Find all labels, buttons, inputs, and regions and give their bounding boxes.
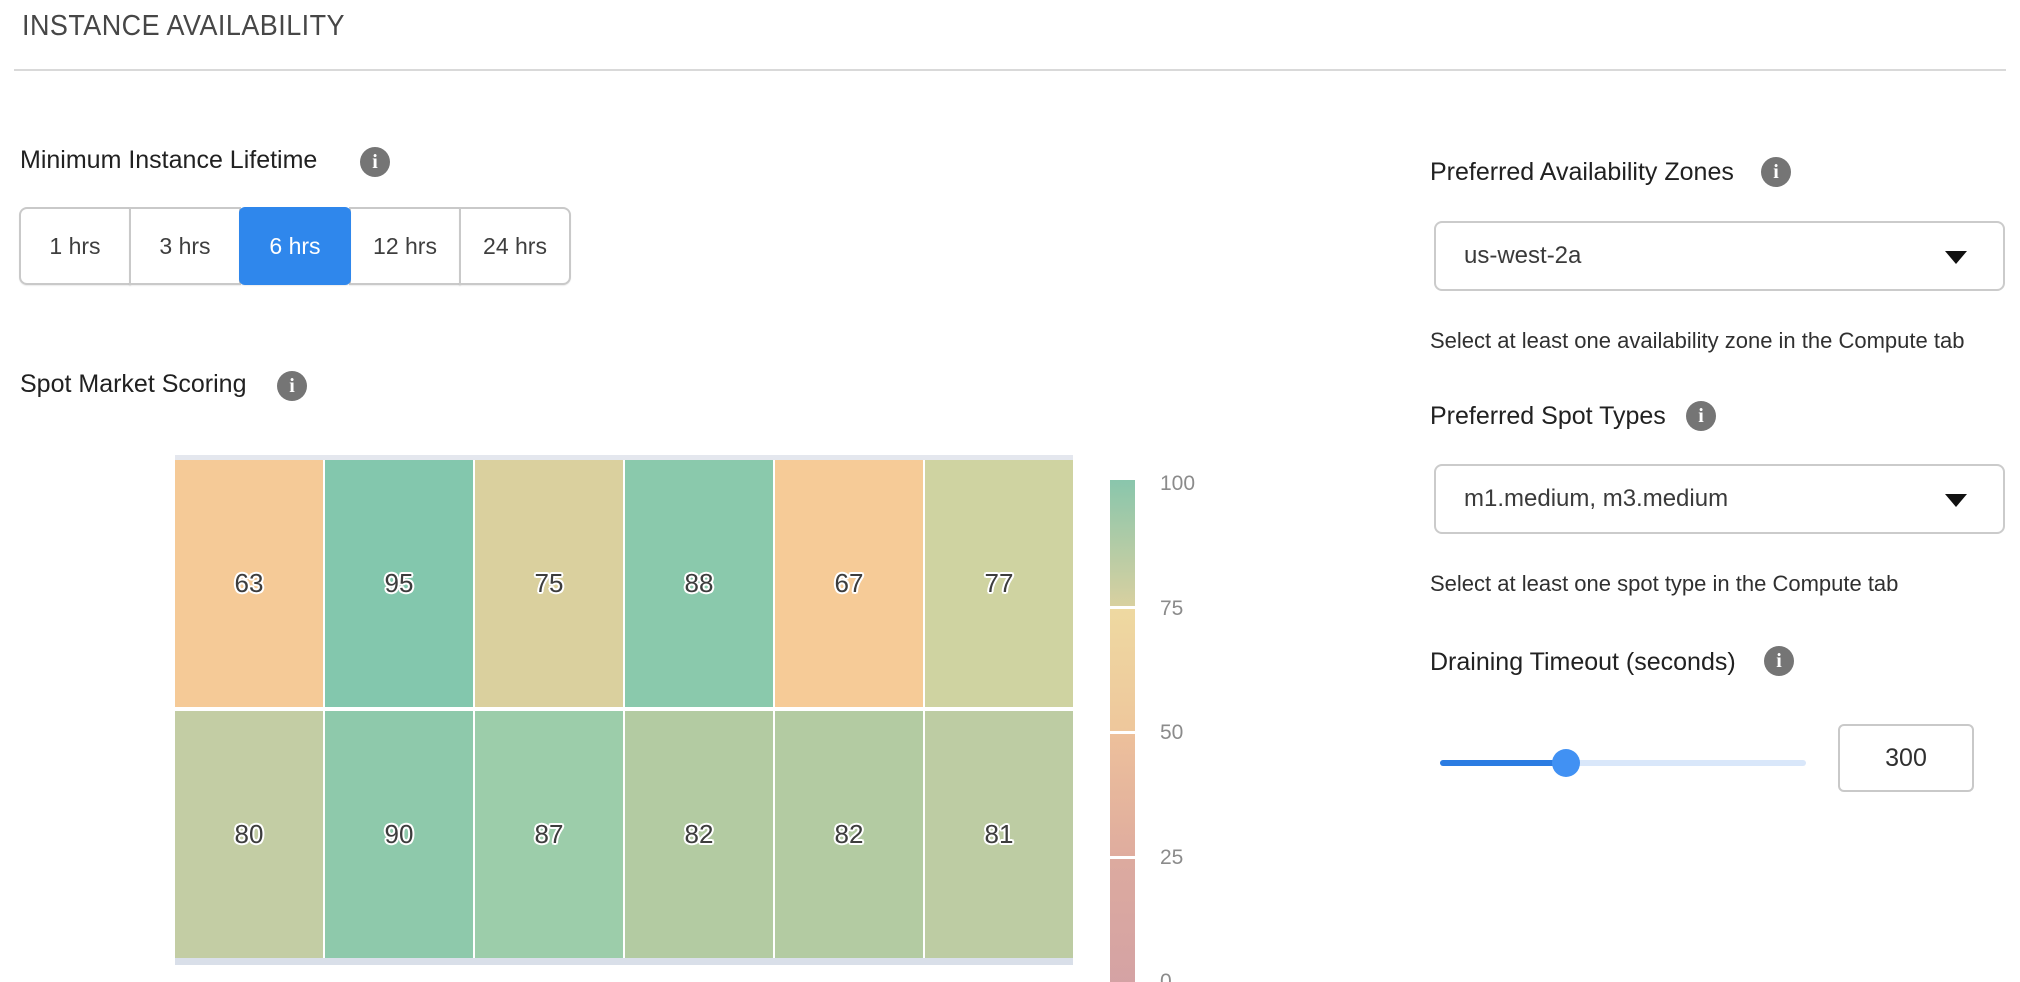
info-icon[interactable]: i: [277, 371, 307, 401]
lifetime-option-24-hrs[interactable]: 24 hrs: [459, 207, 571, 285]
info-icon[interactable]: i: [1686, 401, 1716, 431]
heatmap-cell-us-west-2b-2[interactable]: 87: [475, 711, 623, 958]
heatmap-cell-us-west-2a-3[interactable]: 88: [625, 460, 773, 707]
draining-timeout-input[interactable]: [1838, 724, 1974, 792]
instance-availability-panel: INSTANCE AVAILABILITY Minimum Instance L…: [0, 0, 2020, 982]
heatmap-cell-us-west-2b-4[interactable]: 82: [775, 711, 923, 958]
page-title: INSTANCE AVAILABILITY: [22, 10, 345, 43]
availability-zones-dropdown[interactable]: us-west-2a: [1434, 221, 2005, 291]
colorbar-tick: 50: [1160, 721, 1183, 745]
lifetime-option-12-hrs[interactable]: 12 hrs: [349, 207, 461, 285]
info-icon[interactable]: i: [1761, 157, 1791, 187]
spot-types-helper-text: Select at least one spot type in the Com…: [1430, 571, 1898, 597]
heatmap-bottom-edge: [175, 958, 1073, 965]
lifetime-option-1-hrs[interactable]: 1 hrs: [19, 207, 131, 285]
chevron-down-icon: [1945, 494, 1967, 507]
lifetime-button-group: 1 hrs3 hrs6 hrs12 hrs24 hrs: [19, 207, 571, 285]
heatmap-cell-us-west-2a-4[interactable]: 67: [775, 460, 923, 707]
heatmap-cell-value: 80: [235, 819, 264, 850]
spot-scoring-heatmap: 63 95 75 88 67 77 80 90 87 82 82 81: [175, 455, 1073, 965]
slider-thumb[interactable]: [1552, 749, 1580, 777]
heatmap-cell-us-west-2a-1[interactable]: 95: [325, 460, 473, 707]
colorbar-segment: [1110, 859, 1135, 982]
heatmap-cell-us-west-2b-5[interactable]: 81: [925, 711, 1073, 958]
availability-zones-helper-text: Select at least one availability zone in…: [1430, 328, 1964, 354]
heatmap-cell-value: 82: [835, 819, 864, 850]
heatmap-grid: 63 95 75 88 67 77 80 90 87 82 82 81: [175, 460, 1073, 958]
colorbar-ticks: 1007550250: [1160, 480, 1230, 982]
heatmap-cell-value: 75: [535, 568, 564, 599]
heatmap-cell-us-west-2a-0[interactable]: 63: [175, 460, 323, 707]
heatmap-cell-us-west-2a-5[interactable]: 77: [925, 460, 1073, 707]
header-divider: [14, 69, 2006, 71]
spot-types-dropdown-value: m1.medium, m3.medium: [1464, 485, 1728, 513]
draining-timeout-label: Draining Timeout (seconds): [1430, 648, 1736, 677]
heatmap-cell-value: 81: [985, 819, 1014, 850]
minimum-instance-lifetime-label: Minimum Instance Lifetime: [20, 146, 317, 175]
colorbar-tick: 25: [1160, 846, 1183, 870]
heatmap-cell-value: 87: [535, 819, 564, 850]
info-icon[interactable]: i: [360, 147, 390, 177]
preferred-spot-types-label: Preferred Spot Types: [1430, 402, 1666, 431]
slider-fill: [1440, 760, 1566, 766]
draining-timeout-slider[interactable]: [1440, 760, 1806, 766]
heatmap-cell-value: 77: [985, 568, 1014, 599]
heatmap-cell-us-west-2b-3[interactable]: 82: [625, 711, 773, 958]
colorbar-segment: [1110, 609, 1135, 731]
spot-types-dropdown[interactable]: m1.medium, m3.medium: [1434, 464, 2005, 534]
chevron-down-icon: [1945, 251, 1967, 264]
heatmap-cell-us-west-2b-0[interactable]: 80: [175, 711, 323, 958]
lifetime-option-3-hrs[interactable]: 3 hrs: [129, 207, 241, 285]
spot-market-scoring-label: Spot Market Scoring: [20, 370, 247, 399]
colorbar-tick: 0: [1160, 970, 1172, 982]
preferred-availability-zones-label: Preferred Availability Zones: [1430, 158, 1734, 187]
heatmap-cell-value: 63: [235, 568, 264, 599]
heatmap-cell-value: 88: [685, 568, 714, 599]
heatmap-cell-value: 95: [385, 568, 414, 599]
heatmap-cell-value: 90: [385, 819, 414, 850]
availability-zones-dropdown-value: us-west-2a: [1464, 242, 1581, 270]
colorbar: [1110, 480, 1135, 982]
info-icon[interactable]: i: [1764, 646, 1794, 676]
colorbar-segment: [1110, 734, 1135, 856]
heatmap-cell-value: 67: [835, 568, 864, 599]
heatmap-cell-value: 82: [685, 819, 714, 850]
heatmap-cell-us-west-2b-1[interactable]: 90: [325, 711, 473, 958]
colorbar-tick: 100: [1160, 472, 1195, 496]
colorbar-tick: 75: [1160, 597, 1183, 621]
lifetime-option-6-hrs[interactable]: 6 hrs: [239, 207, 351, 285]
colorbar-segment: [1110, 480, 1135, 606]
heatmap-cell-us-west-2a-2[interactable]: 75: [475, 460, 623, 707]
